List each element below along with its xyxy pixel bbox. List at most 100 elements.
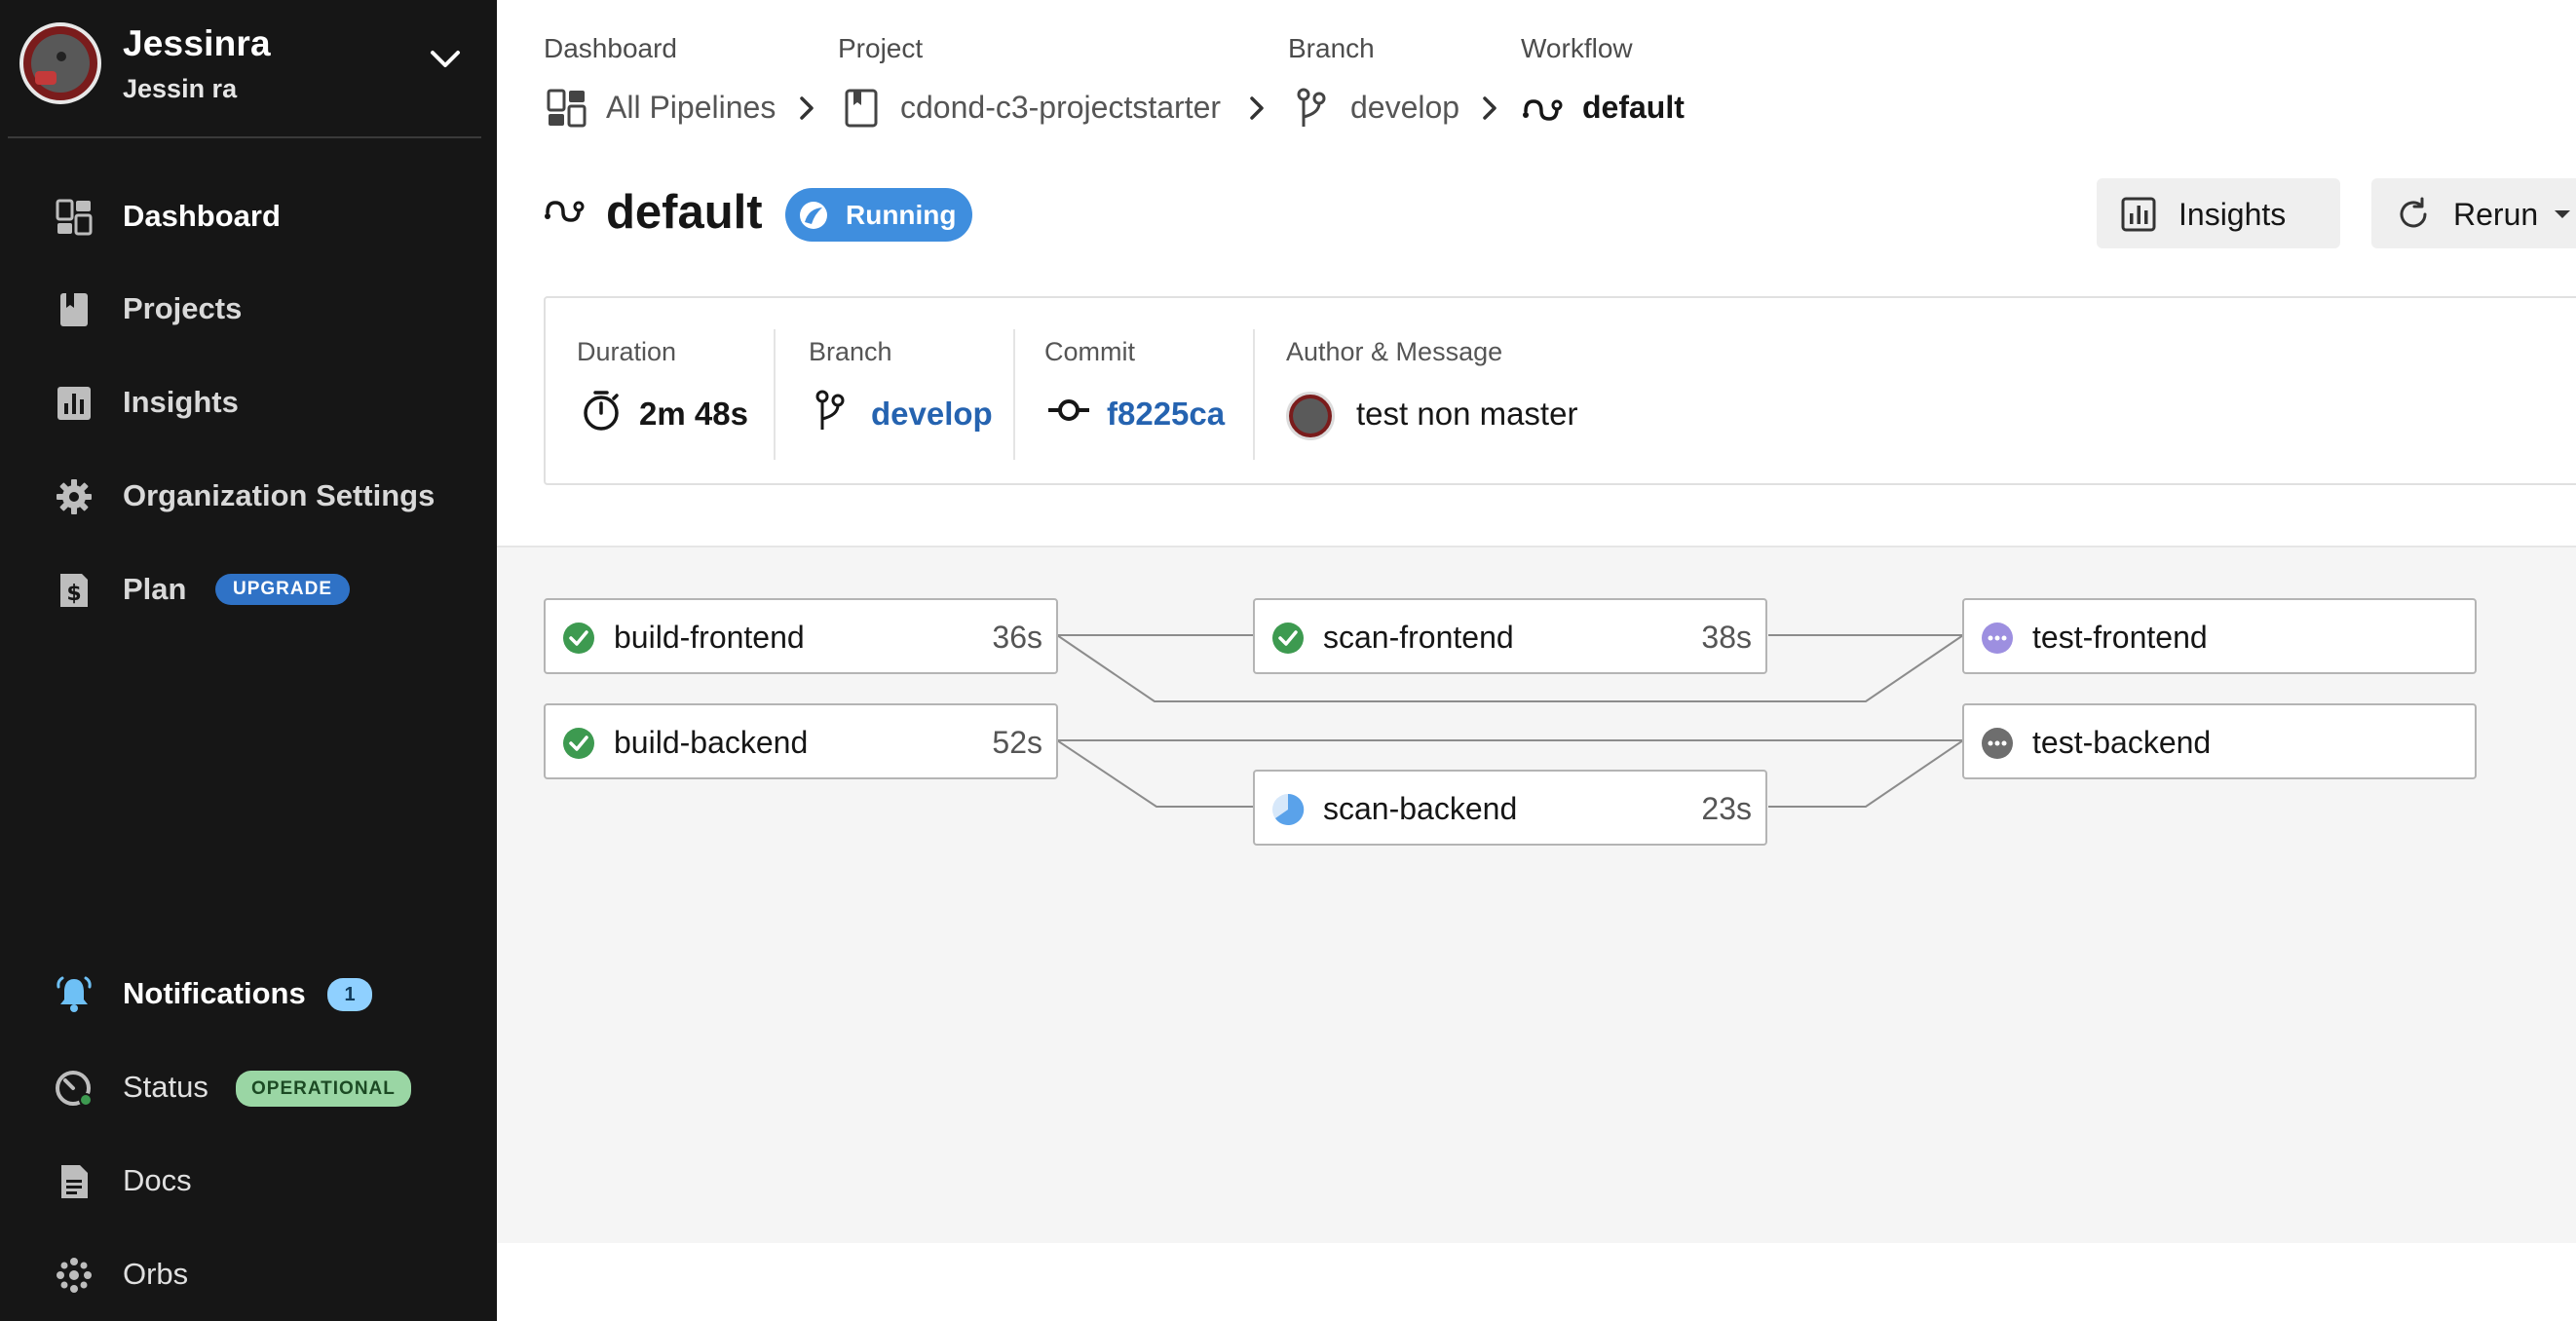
upgrade-badge[interactable]: UPGRADE <box>215 574 351 605</box>
sidebar-item-projects[interactable]: Projects <box>0 274 497 342</box>
sidebar-item-insights[interactable]: Insights <box>0 367 497 435</box>
svg-text:$: $ <box>66 582 81 606</box>
sidebar-item-label: Projects <box>123 291 243 325</box>
breadcrumb-project-link[interactable]: cdond-c3-projectstarter <box>900 90 1221 126</box>
queued-icon <box>1982 623 2013 654</box>
job-build-backend[interactable]: build-backend 52s <box>544 703 1058 779</box>
breadcrumb-branch-link[interactable]: develop <box>1350 90 1459 126</box>
sidebar-item-organization-settings[interactable]: Organization Settings <box>0 461 497 529</box>
duration-value: 2m 48s <box>639 396 748 432</box>
user-subname: Jessin ra <box>123 74 238 103</box>
job-name: build-frontend <box>614 620 805 655</box>
commit-icon <box>1048 399 1089 421</box>
sidebar-item-label: Plan <box>123 572 187 606</box>
commit-message: test non master <box>1356 396 1578 432</box>
sidebar-item-notifications[interactable]: Notifications 1 <box>0 959 497 1027</box>
insights-button[interactable]: Insights <box>2097 178 2340 248</box>
workflow-summary: Duration 2m 48s Branch develop Commit f8… <box>544 296 2576 485</box>
job-duration: 23s <box>1701 791 1752 826</box>
job-name: test-frontend <box>2032 620 2208 655</box>
blocked-icon <box>1982 728 2013 759</box>
bell-icon <box>57 976 92 1012</box>
sidebar-item-label: Orbs <box>123 1257 189 1291</box>
git-branch-icon <box>815 390 845 430</box>
job-duration: 36s <box>992 620 1042 655</box>
caret-down-icon <box>2555 210 2570 218</box>
workflow-icon <box>1523 99 1563 121</box>
sidebar-item-label: Status <box>123 1070 208 1104</box>
running-icon <box>800 202 827 229</box>
refresh-icon <box>2400 197 2427 228</box>
notification-count-badge: 1 <box>327 978 372 1011</box>
running-icon <box>1272 793 1305 825</box>
divider <box>1013 329 1015 460</box>
sidebar-item-status[interactable]: Status OPERATIONAL <box>0 1052 497 1120</box>
job-test-backend[interactable]: test-backend <box>1962 703 2477 779</box>
author-label: Author & Message <box>1286 337 1503 366</box>
avatar <box>19 22 101 104</box>
bar-chart-icon <box>57 387 91 420</box>
workflow-graph: build-frontend 36s scan-frontend 38s tes… <box>497 546 2576 1243</box>
sidebar-item-dashboard[interactable]: Dashboard <box>0 181 497 249</box>
orbs-icon <box>57 1258 92 1293</box>
commit-link[interactable]: f8225ca <box>1107 396 1225 433</box>
sidebar-item-plan[interactable]: $ Plan UPGRADE <box>0 554 497 623</box>
document-icon <box>61 1165 88 1198</box>
breadcrumb-label-dashboard: Dashboard <box>544 33 677 63</box>
job-name: scan-frontend <box>1323 620 1514 655</box>
gauge-icon <box>56 1071 93 1107</box>
chevron-right-icon <box>800 96 814 120</box>
divider <box>1253 329 1255 460</box>
insights-button-label: Insights <box>2178 197 2287 232</box>
success-icon <box>563 623 594 654</box>
success-icon <box>1272 623 1304 654</box>
sidebar: Jessinra Jessin ra Dashboard Projects In… <box>0 0 497 1321</box>
status-label: Running <box>846 200 957 230</box>
sidebar-item-orbs[interactable]: Orbs <box>0 1239 497 1307</box>
commit-label: Commit <box>1044 337 1135 366</box>
gear-icon <box>57 479 92 514</box>
success-icon <box>563 728 594 759</box>
chevron-right-icon <box>1250 96 1264 120</box>
sidebar-item-label: Dashboard <box>123 199 281 233</box>
job-build-frontend[interactable]: build-frontend 36s <box>544 598 1058 674</box>
job-name: test-backend <box>2032 725 2212 760</box>
breadcrumb-label-workflow: Workflow <box>1521 33 1633 63</box>
sidebar-divider <box>8 136 481 138</box>
workflow-icon <box>545 201 585 222</box>
divider <box>774 329 776 460</box>
dashboard-icon <box>56 199 93 236</box>
sidebar-item-label: Notifications <box>123 976 306 1010</box>
job-scan-backend[interactable]: scan-backend 23s <box>1253 770 1767 846</box>
rerun-button[interactable]: Rerun <box>2371 178 2576 248</box>
job-test-frontend[interactable]: test-frontend <box>1962 598 2477 674</box>
dashboard-icon <box>547 89 587 128</box>
user-name: Jessinra <box>123 23 271 63</box>
sidebar-item-label: Docs <box>123 1163 192 1197</box>
job-name: scan-backend <box>1323 791 1518 826</box>
status-badge: OPERATIONAL <box>236 1071 411 1107</box>
sidebar-item-docs[interactable]: Docs <box>0 1146 497 1214</box>
dollar-doc-icon: $ <box>60 574 88 607</box>
duration-label: Duration <box>577 337 677 366</box>
page-title: default <box>606 186 763 239</box>
sidebar-item-label: Organization Settings <box>123 478 436 512</box>
git-branch-icon <box>1297 88 1326 127</box>
bar-chart-icon <box>2121 197 2156 232</box>
status-badge: Running <box>785 188 972 242</box>
breadcrumb-workflow-current: default <box>1582 90 1685 125</box>
book-icon <box>845 89 878 128</box>
chevron-down-icon[interactable] <box>427 45 464 74</box>
timer-icon <box>584 391 619 431</box>
branch-link[interactable]: develop <box>871 396 993 433</box>
breadcrumb-all-pipelines-link[interactable]: All Pipelines <box>606 90 776 126</box>
job-name: build-backend <box>614 725 809 760</box>
sidebar-item-label: Insights <box>123 385 239 419</box>
user-menu[interactable]: Jessinra Jessin ra <box>0 0 497 137</box>
breadcrumb-label-branch: Branch <box>1288 33 1375 63</box>
job-duration: 38s <box>1701 620 1752 655</box>
book-icon <box>60 293 88 326</box>
job-scan-frontend[interactable]: scan-frontend 38s <box>1253 598 1767 674</box>
branch-label: Branch <box>809 337 892 366</box>
rerun-button-label: Rerun <box>2453 197 2539 232</box>
